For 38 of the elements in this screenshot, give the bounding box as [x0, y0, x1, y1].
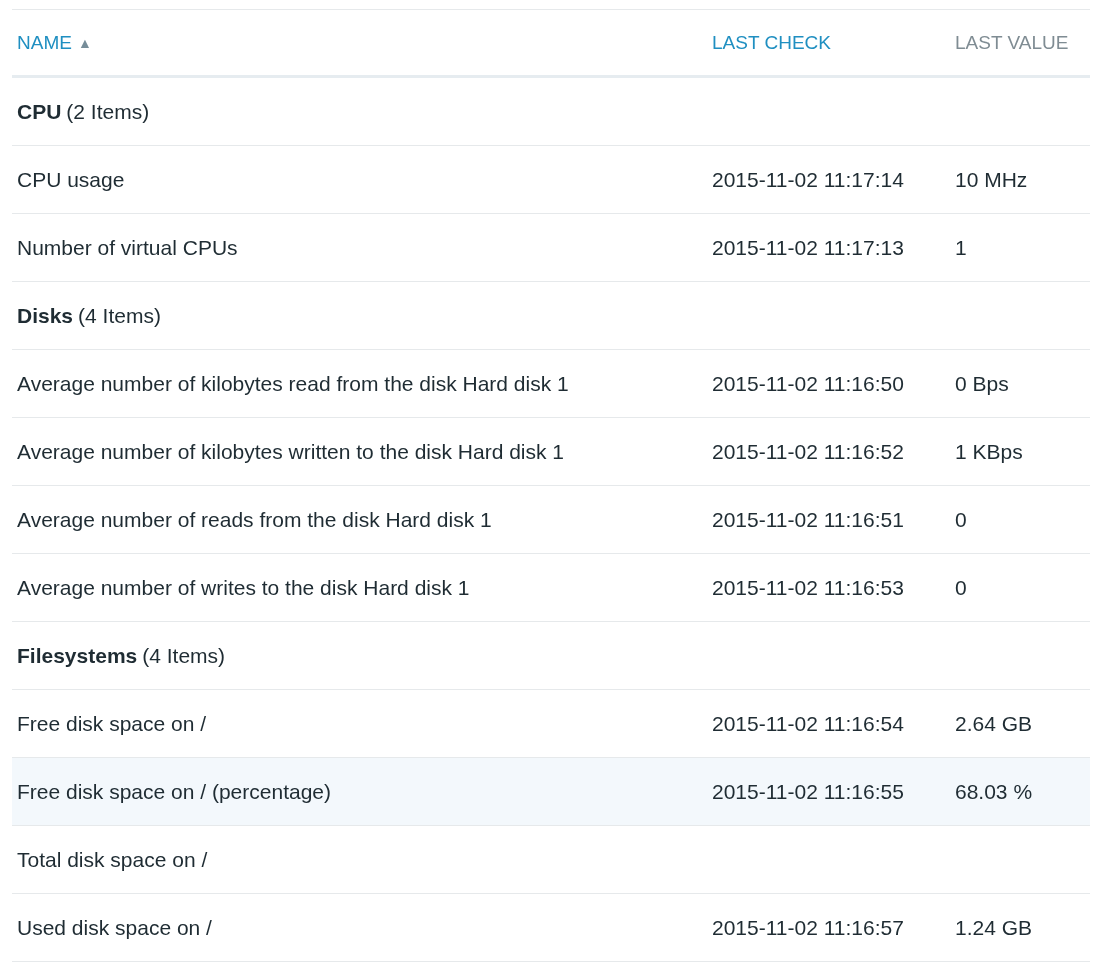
last-check-time: 2015-11-02 11:16:55: [712, 779, 904, 803]
last-check-time: 2015-11-02 11:16:53: [712, 575, 904, 599]
group-name: Filesystems: [17, 643, 138, 668]
last-value: 1: [955, 235, 967, 259]
last-value: 0 Bps: [955, 371, 1009, 395]
item-name: Free disk space on /: [17, 711, 207, 736]
last-value: 0: [955, 507, 967, 531]
item-name: Average number of reads from the disk Hard disk 1: [17, 507, 492, 532]
last-value: 10 MHz: [955, 167, 1028, 191]
group-count: (4 Items): [142, 643, 226, 668]
item-name: Average number of kilobytes read from the disk Hard disk 1: [17, 371, 569, 396]
column-header: LAST VALUE: [955, 31, 1069, 53]
last-check-time: 2015-11-02 11:16:50: [712, 371, 904, 395]
group-count: (2 Items): [66, 99, 150, 124]
sort-ascending-icon: ▲: [77, 34, 92, 51]
item-name: Number of virtual CPUs: [17, 235, 238, 260]
last-value: 68.03 %: [955, 779, 1033, 803]
last-check-time: 2015-11-02 11:17:14: [712, 167, 904, 191]
last-value: 0: [955, 575, 967, 599]
item-name: Total disk space on /: [17, 847, 208, 872]
group-name: CPU: [17, 99, 62, 124]
last-check-time: 2015-11-02 11:16:57: [712, 915, 904, 939]
item-name: Average number of writes to the disk Hard disk 1: [17, 575, 470, 600]
last-value: 1.24 GB: [955, 915, 1033, 939]
last-check-time: 2015-11-02 11:16:51: [712, 507, 904, 531]
group-name: Disks: [17, 303, 74, 328]
column-header[interactable]: LAST CHECK: [712, 31, 831, 53]
item-name: Used disk space on /: [17, 915, 212, 940]
last-check-time: 2015-11-02 11:17:13: [712, 235, 904, 259]
item-name: CPU usage: [17, 167, 125, 192]
last-value: 2.64 GB: [955, 711, 1033, 735]
last-value: 1 KBps: [955, 439, 1023, 463]
item-name: Average number of kilobytes written to the disk Hard disk 1: [17, 439, 565, 464]
last-check-time: 2015-11-02 11:16:54: [712, 711, 904, 735]
column-header[interactable]: NAME: [17, 31, 72, 54]
item-name: Free disk space on / (percentage): [17, 779, 331, 804]
last-check-time: 2015-11-02 11:16:52: [712, 439, 904, 463]
group-count: (4 Items): [78, 303, 161, 328]
